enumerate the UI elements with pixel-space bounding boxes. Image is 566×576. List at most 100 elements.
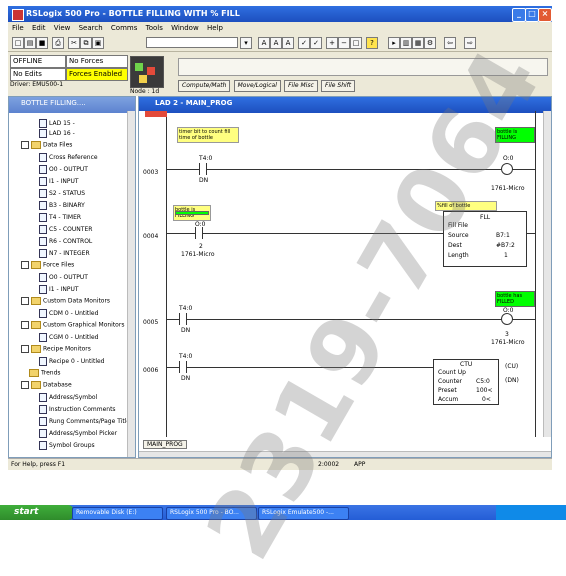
tree-item-lad16[interactable]: LAD 16 -	[39, 129, 75, 138]
options-icon[interactable]: ⚙	[424, 37, 436, 49]
tree-item-recipe0[interactable]: Recipe 0 - Untitled	[39, 357, 105, 366]
project-tree-title: BOTTLE FILLING....	[21, 99, 86, 107]
monitor-icon[interactable]: ▥	[400, 37, 412, 49]
contact-address: T4:0	[179, 353, 193, 360]
search-combo[interactable]	[146, 37, 238, 48]
zoom-out-icon[interactable]: −	[338, 37, 350, 49]
tab-file-misc[interactable]: File Misc	[284, 80, 318, 92]
save-icon[interactable]: ■	[36, 37, 48, 49]
tree-item-input[interactable]: I1 - INPUT	[39, 177, 79, 186]
tree-item-integer[interactable]: N7 - INTEGER	[39, 249, 90, 258]
tree-item-timer[interactable]: T4 - TIMER	[39, 213, 81, 222]
forces-enabled-field[interactable]: Forces Enabled	[66, 68, 128, 81]
tree-scrollbar[interactable]	[127, 111, 135, 457]
tree-item-symbol-groups[interactable]: Symbol Groups	[39, 441, 95, 450]
tree-item-status[interactable]: S2 - STATUS	[39, 189, 85, 198]
tab-move-logical[interactable]: Move/Logical	[233, 80, 281, 92]
minimize-button[interactable]: _	[512, 8, 526, 22]
tree-item-counter[interactable]: C5 - COUNTER	[39, 225, 92, 234]
cut-icon[interactable]: ✂	[68, 37, 80, 49]
app-icon	[12, 9, 24, 21]
find-next-icon[interactable]: A	[282, 37, 294, 49]
tab-main-prog[interactable]: MAIN_PROG	[143, 440, 187, 449]
replace-icon[interactable]: A	[270, 37, 282, 49]
tree-folder-data-files[interactable]: Data Files	[21, 141, 72, 150]
box-row-value: #B7:2	[496, 242, 515, 249]
output-coil-icon[interactable]	[501, 313, 513, 325]
tree-item-address-symbol[interactable]: Address/Symbol	[39, 393, 97, 402]
zoom-fit-icon[interactable]: □	[350, 37, 362, 49]
print-icon[interactable]: ⎙	[52, 37, 64, 49]
maximize-button[interactable]: □	[525, 8, 539, 22]
instruction-tabs: Compute/Math Move/Logical File Misc File…	[178, 80, 356, 92]
close-button[interactable]: ×	[538, 8, 552, 22]
tree-folder-force-files[interactable]: Force Files	[21, 261, 74, 270]
zoom-in-icon[interactable]: +	[326, 37, 338, 49]
tree-item-cdm0[interactable]: CDM 0 - Untitled	[39, 309, 98, 318]
box-row-value: 100<	[476, 387, 493, 394]
chart-icon[interactable]: ▦	[412, 37, 424, 49]
tab-file-shift[interactable]: File Shift	[321, 80, 356, 92]
xic-contact-icon[interactable]	[179, 313, 187, 325]
menu-tools[interactable]: Tools	[146, 24, 163, 32]
tree-item-instruction-comments[interactable]: Instruction Comments	[39, 405, 116, 414]
tree-item-rung-comments[interactable]: Rung Comments/Page Title	[39, 417, 130, 426]
tree-item-address-symbol-picker[interactable]: Address/Symbol Picker	[39, 429, 117, 438]
verify-project-icon[interactable]: ✓	[310, 37, 322, 49]
menu-window[interactable]: Window	[171, 24, 199, 32]
run-icon[interactable]: ▸	[388, 37, 400, 49]
tree-folder-database[interactable]: Database	[21, 381, 72, 390]
combo-dropdown-icon[interactable]: ▾	[240, 37, 252, 49]
tree-item-cross-reference[interactable]: Cross Reference	[39, 153, 98, 162]
contact-sub: 2	[199, 243, 203, 250]
menu-file[interactable]: File	[12, 24, 24, 32]
menu-help[interactable]: Help	[207, 24, 223, 32]
box-row-value: B7:1	[496, 232, 510, 239]
tree-item-lad15[interactable]: LAD 15 -	[39, 119, 75, 128]
contact-bit: DN	[181, 375, 191, 382]
back-arrow-icon[interactable]: ⇦	[444, 37, 456, 49]
menu-view[interactable]: View	[54, 24, 71, 32]
edit-mode: APP	[354, 461, 366, 468]
box-row-value: 1	[504, 252, 508, 259]
help-hint: For Help, press F1	[11, 461, 66, 468]
xic-contact-icon[interactable]	[179, 361, 187, 373]
ladder-vscrollbar[interactable]	[543, 111, 551, 437]
tree-item-cgm0[interactable]: CGM 0 - Untitled	[39, 333, 98, 342]
tree-folder-custom-graphical-monitors[interactable]: Custom Graphical Monitors	[21, 321, 124, 330]
tree-item-force-input[interactable]: I1 - INPUT	[39, 285, 79, 294]
tree-folder-custom-data-monitors[interactable]: Custom Data Monitors	[21, 297, 110, 306]
tree-item-control[interactable]: R6 - CONTROL	[39, 237, 92, 246]
forces-field[interactable]: No Forces	[66, 55, 128, 68]
verify-icon[interactable]: ✓	[298, 37, 310, 49]
tree-folder-recipe-monitors[interactable]: Recipe Monitors	[21, 345, 91, 354]
tree-item-binary[interactable]: B3 - BINARY	[39, 201, 85, 210]
tab-compute-math[interactable]: Compute/Math	[178, 80, 231, 92]
output-comment: bottle has FILLED	[495, 291, 535, 307]
new-file-icon[interactable]: □	[12, 37, 24, 49]
menu-search[interactable]: Search	[79, 24, 103, 32]
open-folder-icon[interactable]: ▤	[24, 37, 36, 49]
edits-field[interactable]: No Edits	[10, 68, 66, 81]
contact-address: T4:0	[199, 155, 213, 162]
coil-sub: 3	[505, 331, 509, 338]
copy-icon[interactable]: ⧉	[80, 37, 92, 49]
start-button[interactable]: start	[0, 505, 74, 520]
menu-comms[interactable]: Comms	[111, 24, 137, 32]
rung-gutter	[139, 111, 167, 437]
processor-status-icon[interactable]	[130, 56, 164, 88]
xic-contact-icon[interactable]	[199, 163, 207, 175]
tree-folder-trends[interactable]: Trends	[29, 369, 61, 378]
find-icon[interactable]: A	[258, 37, 270, 49]
right-rail	[535, 111, 536, 437]
mode-field[interactable]: OFFLINE	[10, 55, 66, 68]
system-tray[interactable]	[496, 505, 566, 520]
taskbar-item-removable-disk[interactable]: Removable Disk (E:)	[72, 507, 163, 520]
help-icon[interactable]: ?	[366, 37, 378, 49]
xic-contact-icon[interactable]	[195, 227, 203, 239]
ctu-instruction-box[interactable]: CTU Count Up Counter C5:0 Preset 100< Ac…	[433, 359, 499, 405]
tree-item-force-output[interactable]: O0 - OUTPUT	[39, 273, 88, 282]
paste-icon[interactable]: ▣	[92, 37, 104, 49]
menu-edit[interactable]: Edit	[32, 24, 46, 32]
tree-item-output[interactable]: O0 - OUTPUT	[39, 165, 88, 174]
